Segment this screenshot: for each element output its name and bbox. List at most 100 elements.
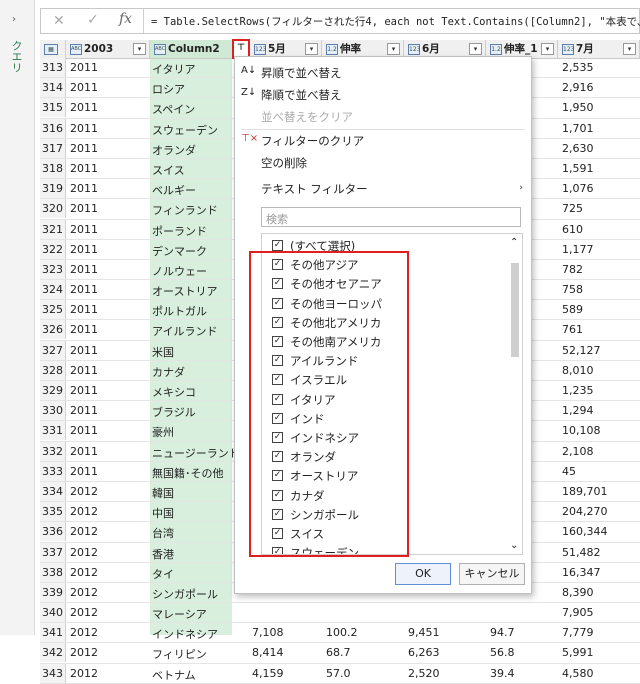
july-cell[interactable]: 10,108 (562, 424, 601, 437)
year-cell[interactable]: 2011 (70, 364, 98, 377)
row-number[interactable]: 331 (40, 421, 66, 441)
country-cell[interactable]: スウェーデン (152, 122, 232, 138)
year-cell[interactable]: 2012 (70, 485, 98, 498)
year-cell[interactable]: 2012 (70, 525, 98, 538)
row-number[interactable]: 313 (40, 58, 66, 77)
row-number[interactable]: 335 (40, 502, 66, 522)
country-cell[interactable]: デンマーク (152, 243, 232, 259)
table-row[interactable]: 341 2012 インドネシア 7,108 100.2 9,451 94.7 7,779 (40, 623, 640, 644)
row-number[interactable]: 332 (40, 441, 66, 461)
row-number[interactable]: 334 (40, 481, 66, 501)
row-number[interactable]: 336 (40, 522, 66, 542)
july-cell[interactable]: 725 (562, 202, 583, 215)
row-number[interactable]: 327 (40, 340, 66, 360)
country-cell[interactable]: ベルギー (152, 182, 232, 198)
country-cell[interactable]: スイス (152, 162, 232, 178)
row-number[interactable]: 341 (40, 623, 66, 643)
year-cell[interactable]: 2011 (70, 384, 98, 397)
table-row[interactable]: 340 2012 マレーシア 7,905 (40, 603, 640, 624)
table-row[interactable]: 342 2012 フィリピン 8,414 68.7 6,263 56.8 5,991 (40, 643, 640, 664)
year-cell[interactable]: 2012 (70, 667, 98, 680)
june-cell[interactable]: 6,263 (408, 646, 440, 659)
year-cell[interactable]: 2012 (70, 646, 98, 659)
country-cell[interactable]: オランダ (152, 142, 232, 158)
checkbox[interactable]: ✓ (272, 489, 283, 501)
queries-pane[interactable]: › クエリ (0, 0, 35, 635)
dropdown-icon[interactable]: ▾ (133, 43, 146, 55)
row-number[interactable]: 315 (40, 98, 66, 118)
checkbox[interactable]: ✓ (272, 528, 283, 539)
june-cell[interactable]: 9,451 (408, 626, 440, 639)
row-number[interactable]: 340 (40, 603, 66, 623)
row-number[interactable]: 329 (40, 381, 66, 400)
july-cell[interactable]: 1,177 (562, 243, 594, 256)
year-cell[interactable]: 2011 (70, 283, 98, 296)
july-cell[interactable]: 1,701 (562, 122, 594, 135)
dropdown-icon[interactable]: ▾ (541, 43, 554, 55)
country-cell[interactable]: メキシコ (152, 384, 232, 400)
checkbox[interactable]: ✓ (272, 316, 283, 328)
year-cell[interactable]: 2011 (70, 162, 98, 175)
row-number[interactable]: 320 (40, 199, 66, 219)
country-cell[interactable]: ポーランド (152, 223, 232, 239)
scroll-up-icon[interactable]: ⌃ (510, 237, 518, 248)
checkbox[interactable]: ✓ (272, 374, 283, 386)
country-cell[interactable]: 無国籍･その他 (152, 465, 232, 481)
june-cell[interactable]: 2,520 (408, 667, 440, 680)
july-cell[interactable]: 1,591 (562, 162, 594, 175)
formula-text[interactable]: = Table.SelectRows(フィルターされた行4, each not … (151, 14, 640, 29)
checkbox[interactable]: ✓ (272, 259, 283, 271)
formula-bar[interactable]: ✕ ✓ fx = Table.SelectRows(フィルターされた行4, ea… (40, 8, 640, 34)
july-cell[interactable]: 8,010 (562, 364, 594, 377)
clear-filter-item[interactable]: フィルターのクリア (261, 133, 364, 149)
country-cell[interactable]: 香港 (152, 546, 232, 562)
year-cell[interactable]: 2011 (70, 223, 98, 236)
dropdown-icon[interactable]: ▾ (469, 43, 482, 55)
july-cell[interactable]: 758 (562, 283, 583, 296)
table-corner[interactable]: ▦ (40, 40, 66, 58)
year-cell[interactable]: 2011 (70, 81, 98, 94)
july-cell[interactable]: 4,580 (562, 667, 594, 680)
july-cell[interactable]: 1,076 (562, 182, 594, 195)
year-cell[interactable]: 2011 (70, 243, 98, 256)
country-cell[interactable]: フィンランド (152, 202, 232, 218)
july-cell[interactable]: 189,701 (562, 485, 608, 498)
country-cell[interactable]: 米国 (152, 344, 232, 360)
year-cell[interactable]: 2011 (70, 142, 98, 155)
country-cell[interactable]: シンガポール (152, 586, 232, 602)
country-cell[interactable]: スペイン (152, 101, 232, 117)
growth-1-cell[interactable]: 39.4 (490, 667, 515, 680)
sort-descending-item[interactable]: 降順で並べ替え (261, 87, 342, 103)
july-cell[interactable]: 52,127 (562, 344, 601, 357)
table-row[interactable]: 343 2012 ベトナム 4,159 57.0 2,520 39.4 4,580 (40, 663, 640, 684)
july-cell[interactable]: 16,347 (562, 566, 601, 579)
list-scrollbar[interactable]: ⌃ ⌄ (509, 235, 521, 553)
row-number[interactable]: 317 (40, 138, 66, 158)
country-cell[interactable]: ロシア (152, 81, 232, 97)
july-cell[interactable]: 7,779 (562, 626, 594, 639)
july-cell[interactable]: 2,535 (562, 61, 594, 74)
country-cell[interactable]: フィリピン (152, 646, 232, 662)
cancel-formula-icon[interactable]: ✕ (53, 13, 65, 29)
dropdown-icon[interactable]: ▾ (305, 43, 318, 55)
july-cell[interactable]: 1,950 (562, 101, 594, 114)
country-cell[interactable]: 韓国 (152, 485, 232, 501)
checkbox[interactable]: ✓ (272, 336, 283, 347)
year-cell[interactable]: 2011 (70, 202, 98, 215)
row-number[interactable]: 339 (40, 582, 66, 602)
year-cell[interactable]: 2011 (70, 404, 98, 417)
country-cell[interactable]: カナダ (152, 364, 232, 380)
sort-ascending-item[interactable]: 昇順で並べ替え (261, 65, 342, 81)
year-cell[interactable]: 2011 (70, 445, 98, 458)
year-cell[interactable]: 2011 (70, 122, 98, 135)
scrollbar-thumb[interactable] (511, 263, 519, 357)
may-cell[interactable]: 8,414 (252, 646, 284, 659)
growth-1-cell[interactable]: 94.7 (490, 626, 515, 639)
row-number[interactable]: 330 (40, 401, 66, 421)
confirm-formula-icon[interactable]: ✓ (87, 12, 99, 28)
year-cell[interactable]: 2011 (70, 182, 98, 195)
country-cell[interactable]: マレーシア (152, 606, 232, 622)
checkbox[interactable]: ✓ (272, 547, 283, 554)
growth-cell[interactable]: 100.2 (326, 626, 358, 639)
checkbox[interactable]: ✓ (272, 412, 283, 424)
